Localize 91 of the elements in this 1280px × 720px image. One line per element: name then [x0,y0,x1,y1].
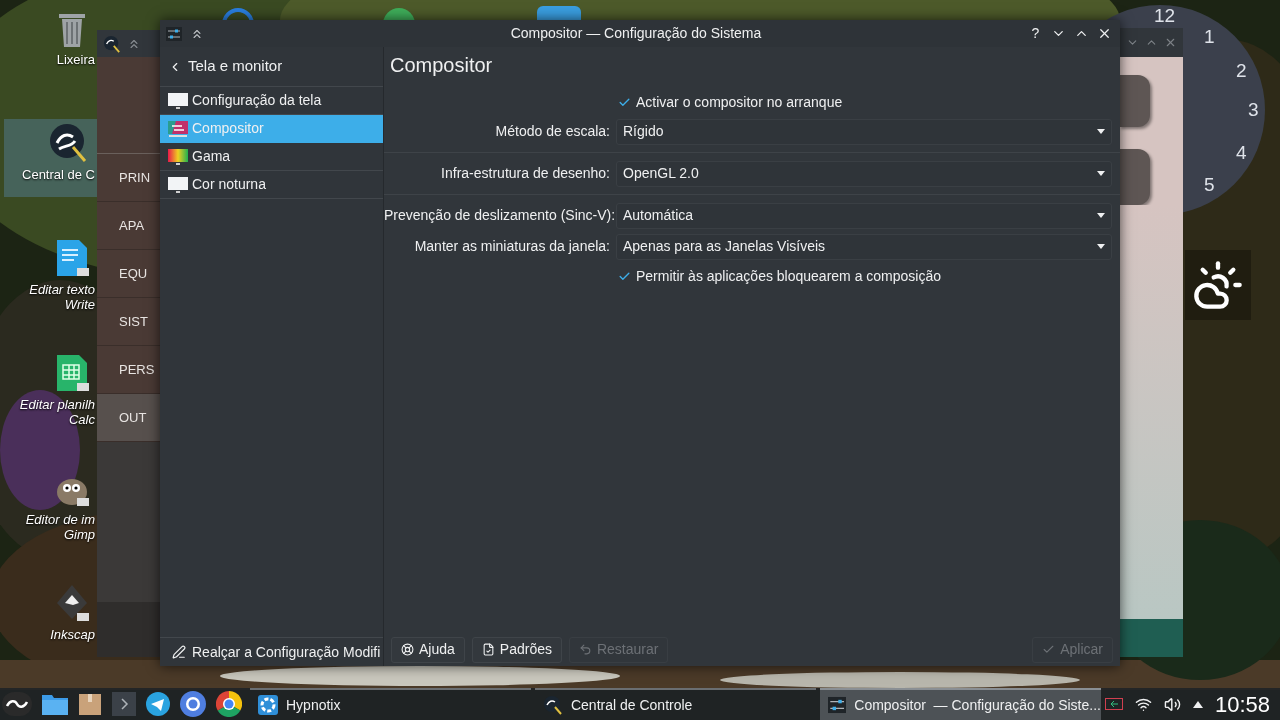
window-title: Compositor — Configuração do Sistema [509,24,763,43]
clock-time[interactable]: 10:58 [1214,687,1270,720]
clock-numeral: 3 [1248,100,1259,120]
expand-tray-icon[interactable] [1192,700,1203,708]
monitor-icon [168,175,188,194]
ring-icon[interactable] [222,8,254,20]
terminal-icon[interactable] [112,692,136,716]
help-icon [401,643,414,656]
wrench-logo-icon[interactable] [103,34,121,53]
document-icon [55,238,89,278]
pen-icon [172,645,186,659]
flower-icon [258,695,278,715]
screen-icon[interactable] [1104,698,1123,710]
monitor-icon [168,119,188,138]
caret-icon [1097,213,1105,218]
task-button[interactable]: Compositor — Configuração do Siste... [819,688,1101,720]
widget-button[interactable] [1119,149,1150,205]
sliders-icon [827,696,847,714]
field-label: Infra-estrutura de desenho: [440,164,611,183]
icon-label: Gimp [63,527,95,542]
monitor-icon [168,91,188,110]
category-item[interactable]: OUT [97,394,160,442]
back-link[interactable]: Tela e monitor [160,47,383,87]
browser-icon[interactable] [180,691,206,717]
cloud-sun-icon [1192,259,1244,311]
desktop-icon[interactable]: Central de C [4,119,97,197]
document-icon [481,643,495,656]
sidebar-item[interactable]: Gama [160,143,383,171]
desktop-icon[interactable]: Editar texto Write [4,234,97,312]
field-label: Manter as miniaturas da janela: [413,237,611,256]
category-item[interactable]: APA [97,202,160,250]
dialog-button[interactable]: Padrões [471,636,562,663]
dialog-button[interactable]: Ajuda [391,636,465,663]
desktop-icon[interactable]: Editar planilh Calc [4,349,97,427]
icon-label: Editar texto [29,282,95,297]
caret-icon [1097,171,1105,176]
caret-icon [1097,244,1105,249]
footer-panel [1119,619,1183,657]
paper-plane-icon[interactable] [146,692,170,716]
app-icon[interactable] [383,8,415,20]
category-item[interactable]: SIST [97,298,160,346]
field-label: Método de escala: [494,122,611,141]
clock-numeral: 5 [1204,175,1215,195]
caret-icon [1097,129,1105,134]
clock-numeral: 12 [1154,6,1176,26]
highlight-changes-button[interactable]: Realçar a Configuração Modifi [160,637,383,666]
icon-label: Editor de im [25,512,95,527]
folder-icon[interactable] [42,693,68,715]
dropdown-field[interactable]: OpenGL 2.0 [616,160,1112,187]
pen-nib-icon [55,583,89,623]
package-icon[interactable] [78,692,102,716]
logo-icon[interactable] [2,692,32,716]
checkbox-label: Permitir às aplicações bloquearem a composição [636,266,942,286]
checkbox-label: Activar o compositor no arranque [636,92,843,112]
undo-icon [578,643,592,656]
close-icon[interactable] [1164,36,1177,49]
close-button[interactable] [1097,26,1112,41]
help-button[interactable]: ? [1028,23,1043,44]
clock-numeral: 2 [1236,61,1247,81]
check-icon [1042,643,1056,656]
icon-label: Inkscap [50,627,95,642]
icon-label: Calc [69,412,95,427]
task-button[interactable]: Hypnotix [250,688,531,720]
desktop-icon[interactable]: Inkscap [4,579,97,657]
dropdown-field[interactable]: Apenas para as Janelas Visíveis [616,233,1112,260]
page-heading: Compositor [390,53,493,78]
category-item[interactable]: PRIN [97,154,160,202]
desktop-icon[interactable]: Editor de im Gimp [4,464,97,542]
icon-label: Editar planilh [19,397,95,412]
spreadsheet-icon [55,353,89,393]
sliders-icon[interactable] [166,26,182,41]
icon-label: Write [64,297,95,312]
sidebar-item[interactable]: Cor noturna [160,171,383,199]
dropdown-field[interactable]: Rígido [616,118,1112,145]
browser-icon[interactable] [216,691,242,717]
icon-label: Central de C [22,167,95,182]
category-item[interactable]: EQU [97,250,160,298]
dropdown-field[interactable]: Automática [616,202,1112,229]
widget-button[interactable] [1119,75,1150,127]
icon-label: Lixeira [56,52,95,67]
task-button[interactable]: Central de Controle [534,688,816,720]
clock-numeral: 4 [1236,143,1247,163]
category-item[interactable]: PERS [97,346,160,394]
wrench-logo-icon [542,695,563,715]
field-label: Prevenção de deslizamento (Sinc-V): [384,206,616,225]
wrench-logo-icon [49,123,89,163]
monitor-icon [168,147,188,166]
clock-numeral: 1 [1204,27,1215,47]
volume-icon[interactable] [1163,695,1181,713]
desktop-icon[interactable]: Lixeira [4,4,97,82]
weather-widget[interactable] [1185,250,1251,320]
